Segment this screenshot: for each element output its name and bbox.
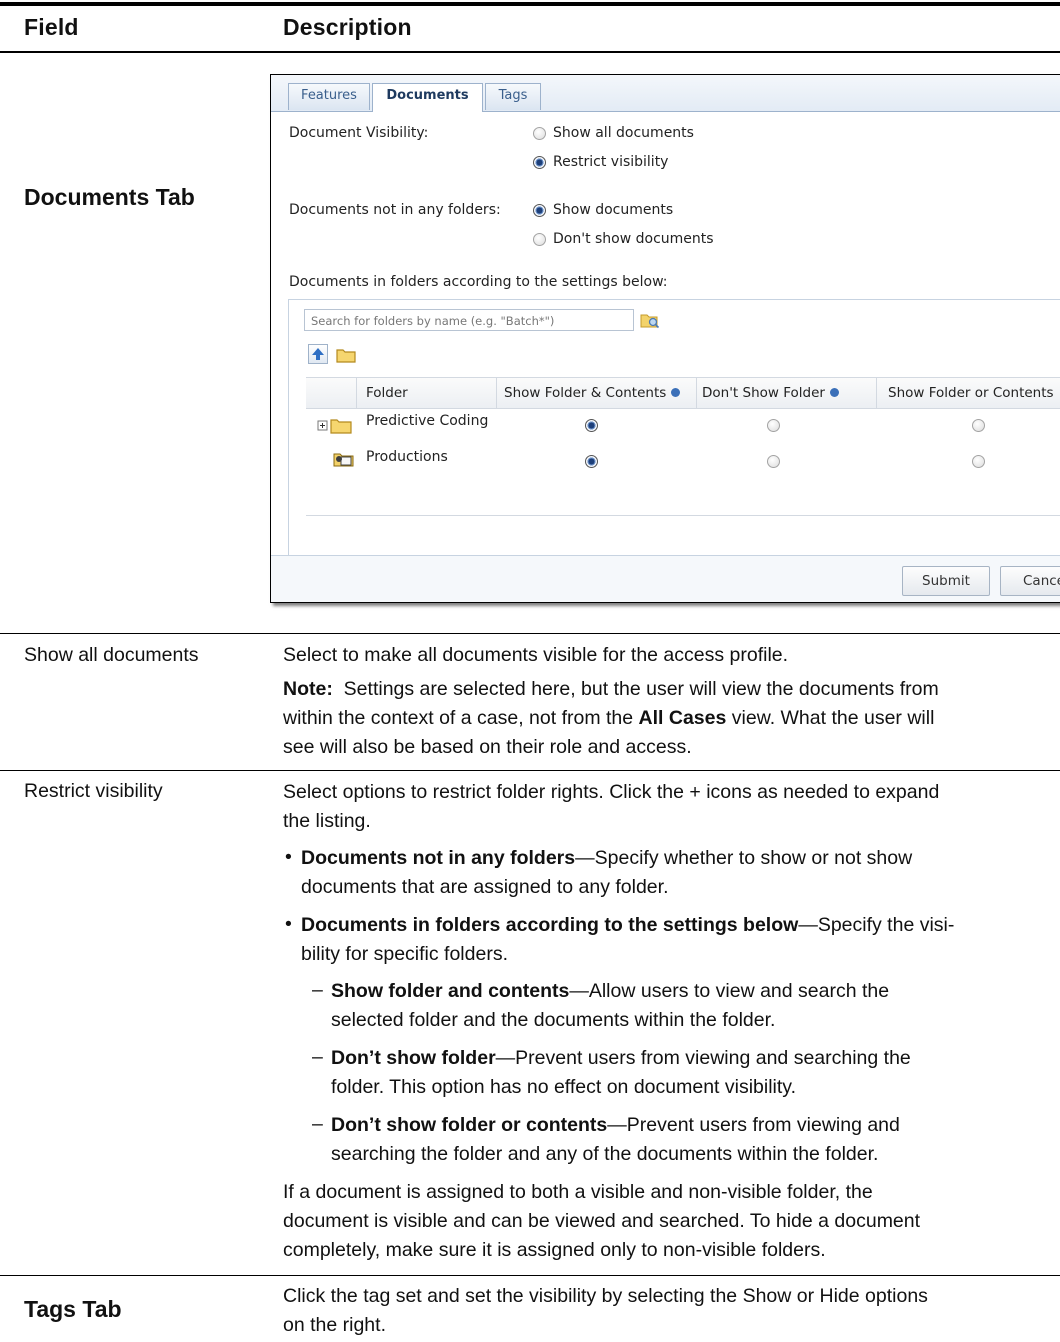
bullet-1-line-2: documents that are assigned to any folde… — [301, 876, 669, 898]
note-line-1: Note: Settings are selected here, but th… — [283, 678, 939, 700]
folder-search-input[interactable]: Search for folders by name (e.g. "Batch*… — [304, 309, 634, 331]
dash-glyph: – — [312, 1046, 323, 1068]
dialog-footer: Submit Cance — [271, 555, 1060, 602]
header-description: Description — [283, 14, 412, 40]
expand-plus-icon[interactable] — [317, 417, 353, 435]
submit-button[interactable]: Submit — [902, 566, 990, 596]
top-rule — [0, 2, 1060, 6]
tags-tab-label: Tags Tab — [24, 1296, 122, 1322]
dont-show-documents-label: Don't show documents — [553, 231, 714, 247]
up-arrow-icon — [312, 348, 324, 360]
bullet-1-line-1: Documents not in any folders—Specify whe… — [301, 847, 913, 869]
note-line-3: see will also be based on their role and… — [283, 736, 692, 758]
show-all-documents-label: Show all documents — [553, 125, 694, 141]
productions-folder-icon — [333, 453, 354, 467]
note-line-2: within the context of a case, not from t… — [283, 707, 935, 729]
not-in-folders-label: Documents not in any folders: — [289, 202, 501, 218]
tab-bar: Features Documents Tags — [271, 75, 1060, 112]
radio-dont-show-folder[interactable] — [767, 455, 780, 468]
show-all-description: Select to make all documents visible for… — [283, 644, 789, 666]
restrict-outro-1: If a document is assigned to both a visi… — [283, 1181, 873, 1203]
sub-1-line-1: Show folder and contents—Allow users to … — [331, 980, 890, 1002]
column-dont-show-folder: Don't Show Folder — [702, 385, 839, 401]
documents-tab-label: Documents Tab — [24, 184, 195, 210]
in-folders-label: Documents in folders according to the se… — [289, 274, 668, 290]
tags-desc-1: Click the tag set and set the visibility… — [283, 1285, 928, 1307]
sub-3-line-1: Don’t show folder or contents—Prevent us… — [331, 1114, 900, 1136]
sub-2-line-1: Don’t show folder—Prevent users from vie… — [331, 1047, 911, 1069]
radio-show-folder-contents[interactable] — [585, 455, 598, 468]
show-documents-label: Show documents — [553, 202, 674, 218]
folder-up-button[interactable] — [308, 344, 328, 364]
info-icon[interactable] — [671, 388, 681, 397]
tab-features[interactable]: Features — [288, 83, 370, 110]
radio-dont-show-folder[interactable] — [767, 419, 780, 432]
header-rule — [0, 51, 1060, 53]
restrict-outro-3: completely, make sure it is assigned onl… — [283, 1239, 826, 1261]
folder-grid-header: Folder Show Folder & Contents Don't Show… — [306, 377, 1060, 409]
folder-name: Productions — [366, 449, 448, 465]
restrict-intro-1: Select options to restrict folder rights… — [283, 781, 940, 803]
bullet-glyph: • — [285, 913, 292, 935]
sub-2-line-2: folder. This option has no effect on doc… — [331, 1076, 797, 1098]
column-show-folder-contents: Show Folder & Contents — [504, 385, 681, 401]
info-icon[interactable] — [829, 388, 839, 397]
dash-glyph: – — [312, 1113, 323, 1135]
radio-show-folder-contents[interactable] — [585, 419, 598, 432]
bullet-2-line-2: bility for specific folders. — [301, 943, 508, 965]
folder-icon[interactable] — [335, 346, 357, 364]
bullet-glyph: • — [285, 846, 292, 868]
document-page: Field Description Documents Tab Features… — [0, 0, 1060, 1342]
folder-search-icon[interactable] — [640, 311, 660, 329]
restrict-visibility-label: Restrict visibility — [553, 154, 669, 170]
column-folder: Folder — [366, 385, 408, 401]
radio-show-all-documents[interactable] — [533, 127, 546, 140]
radio-dont-show-documents[interactable] — [533, 233, 546, 246]
restrict-intro-2: the listing. — [283, 810, 371, 832]
documents-tab-screenshot: Features Documents Tags Document Visibil… — [270, 74, 1060, 603]
field-show-all-documents: Show all documents — [24, 644, 199, 666]
radio-restrict-visibility[interactable] — [533, 156, 546, 169]
bullet-2-line-1: Documents in folders according to the se… — [301, 914, 955, 936]
radio-show-folder-or-contents[interactable] — [972, 455, 985, 468]
radio-show-documents[interactable] — [533, 204, 546, 217]
column-show-folder-or-contents: Show Folder or Contents — [888, 385, 1054, 401]
tab-documents[interactable]: Documents — [372, 83, 483, 112]
header-field: Field — [24, 14, 79, 40]
tab-tags[interactable]: Tags — [485, 83, 541, 110]
dash-glyph: – — [312, 979, 323, 1001]
restrict-outro-2: document is visible and can be viewed an… — [283, 1210, 921, 1232]
cancel-button[interactable]: Cance — [1000, 566, 1060, 596]
field-restrict-visibility: Restrict visibility — [24, 780, 163, 802]
sub-3-line-2: searching the folder and any of the docu… — [331, 1143, 879, 1165]
radio-show-folder-or-contents[interactable] — [972, 419, 985, 432]
document-visibility-label: Document Visibility: — [289, 125, 429, 141]
sub-1-line-2: selected folder and the documents within… — [331, 1009, 776, 1031]
folder-name: Predictive Coding — [366, 413, 489, 429]
tags-desc-2: on the right. — [283, 1314, 386, 1336]
